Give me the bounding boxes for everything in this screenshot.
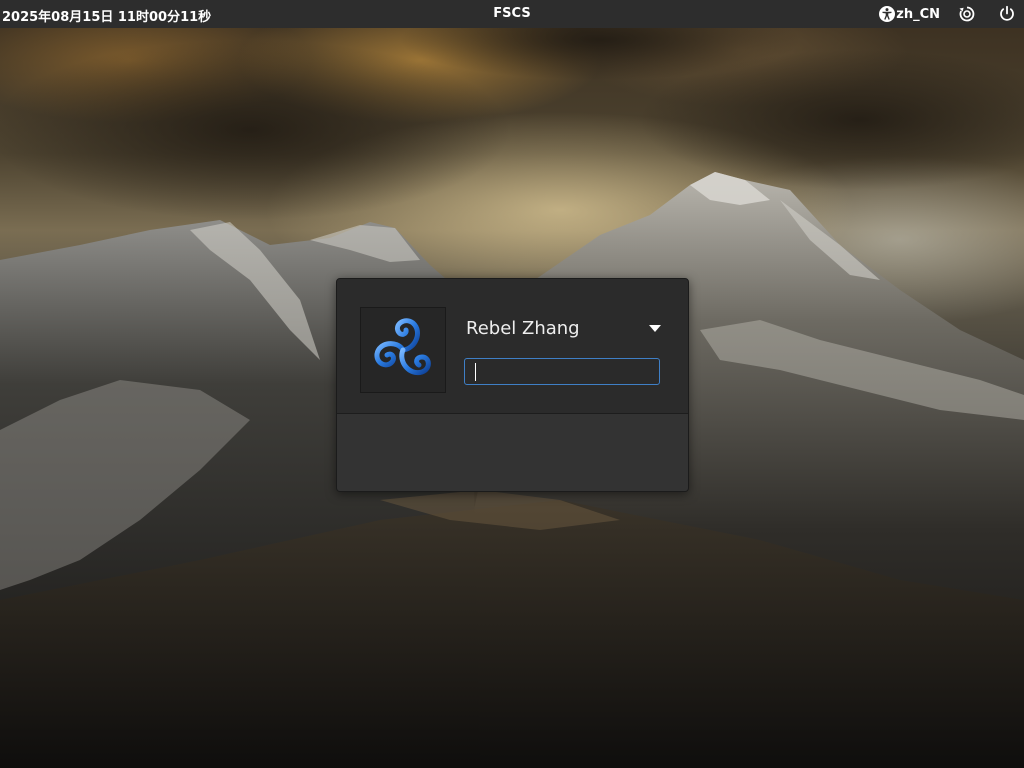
triskelion-logo [374, 318, 431, 376]
top-panel-indicators: zh_CN [878, 0, 1016, 28]
language-indicator[interactable]: zh_CN [896, 7, 940, 22]
power-icon[interactable] [998, 5, 1016, 23]
login-dialog: Rebel Zhang 登录 [336, 278, 689, 492]
login-button-section: 登录 [337, 414, 688, 491]
user-dropdown-button[interactable] [647, 323, 663, 335]
session-switch-icon[interactable] [958, 5, 976, 23]
clock[interactable]: 2025年08月15日 11时00分11秒 [2, 6, 211, 25]
top-panel: 2025年08月15日 11时00分11秒 FSCS zh_CN [0, 0, 1024, 28]
accessibility-icon[interactable] [878, 5, 896, 23]
username-label: Rebel Zhang [466, 318, 580, 339]
triangle-down-icon [649, 325, 661, 332]
user-avatar [360, 307, 446, 393]
text-cursor [475, 363, 476, 381]
password-field[interactable] [464, 358, 660, 385]
login-user-section: Rebel Zhang [337, 279, 688, 414]
